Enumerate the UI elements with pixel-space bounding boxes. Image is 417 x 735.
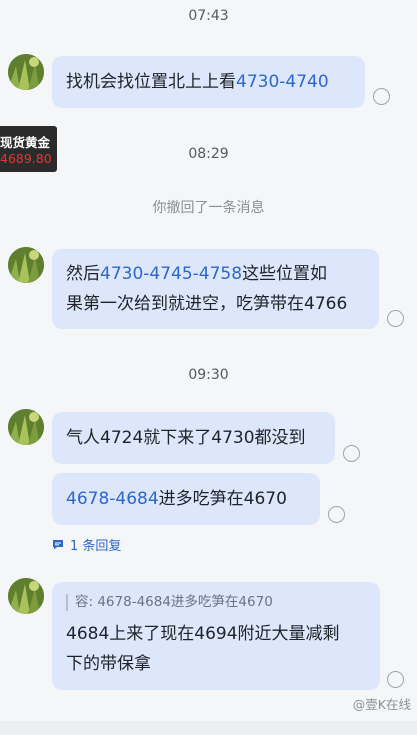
avatar-image: [8, 247, 44, 283]
watermark: @壹K在线: [353, 694, 411, 713]
message-bubble[interactable]: 找机会找位置北上上看4730-4740: [52, 56, 365, 108]
message-line: 4684上来了现在4694附近大量减剩: [66, 624, 340, 644]
read-status-icon: [387, 310, 404, 327]
avatar-image: [8, 54, 44, 90]
price-range: 4730-4740: [236, 72, 329, 92]
price-range: 4730-4745-4758: [100, 264, 243, 284]
read-status-icon: [328, 506, 345, 523]
message-text: 进多吃笋在4670: [158, 489, 287, 509]
message-bubble[interactable]: 然后4730-4745-4758这些位置如 果第一次给到就进空，吃笋带在4766: [52, 249, 379, 329]
timestamp: 08:29: [188, 146, 229, 162]
read-status-icon: [343, 445, 360, 462]
avatar[interactable]: [8, 409, 44, 445]
message-text: 这些位置如: [242, 264, 328, 284]
read-status-icon: [373, 88, 390, 105]
timestamp: 07:43: [188, 8, 229, 24]
reply-count-text: 1 条回复: [70, 539, 122, 554]
message-line: 然后4730-4745-4758这些位置如: [66, 259, 365, 289]
message-line: 果第一次给到就进空，吃笋带在4766: [66, 294, 348, 314]
message-text: 气人4724就下来了4730都没到: [66, 428, 306, 448]
recall-notice: 你撤回了一条消息: [152, 200, 265, 216]
avatar-image: [8, 409, 44, 445]
message-bubble[interactable]: 4678-4684进多吃笋在4670: [52, 473, 320, 525]
ticker-name: 现货黄金: [0, 135, 51, 150]
reply-count-link[interactable]: 1 条回复: [52, 535, 121, 554]
comment-icon: [53, 540, 63, 550]
message-text: 然后: [66, 264, 100, 284]
message-text: 找机会找位置北上上看: [66, 72, 236, 92]
avatar-image: [8, 578, 44, 614]
input-bar-edge: [0, 721, 417, 735]
timestamp: 09:30: [188, 367, 229, 383]
message-line: 下的带保拿: [66, 654, 151, 674]
message-bubble[interactable]: 气人4724就下来了4730都没到: [52, 412, 335, 464]
read-status-icon: [387, 671, 404, 688]
quoted-message[interactable]: 容: 4678-4684进多吃笋在4670: [66, 594, 366, 611]
avatar[interactable]: [8, 578, 44, 614]
avatar[interactable]: [8, 54, 44, 90]
gold-price-ticker[interactable]: 现货黄金 4689.80: [0, 126, 57, 172]
message-text: 4684上来了现在4694附近大量减剩 下的带保拿: [66, 619, 366, 679]
ticker-price: 4689.80: [0, 151, 52, 166]
price-range: 4678-4684: [66, 489, 159, 509]
avatar[interactable]: [8, 247, 44, 283]
watermark-text: @壹K在线: [352, 697, 411, 712]
reply-message-bubble[interactable]: 容: 4678-4684进多吃笋在4670 4684上来了现在4694附近大量减…: [52, 582, 380, 690]
